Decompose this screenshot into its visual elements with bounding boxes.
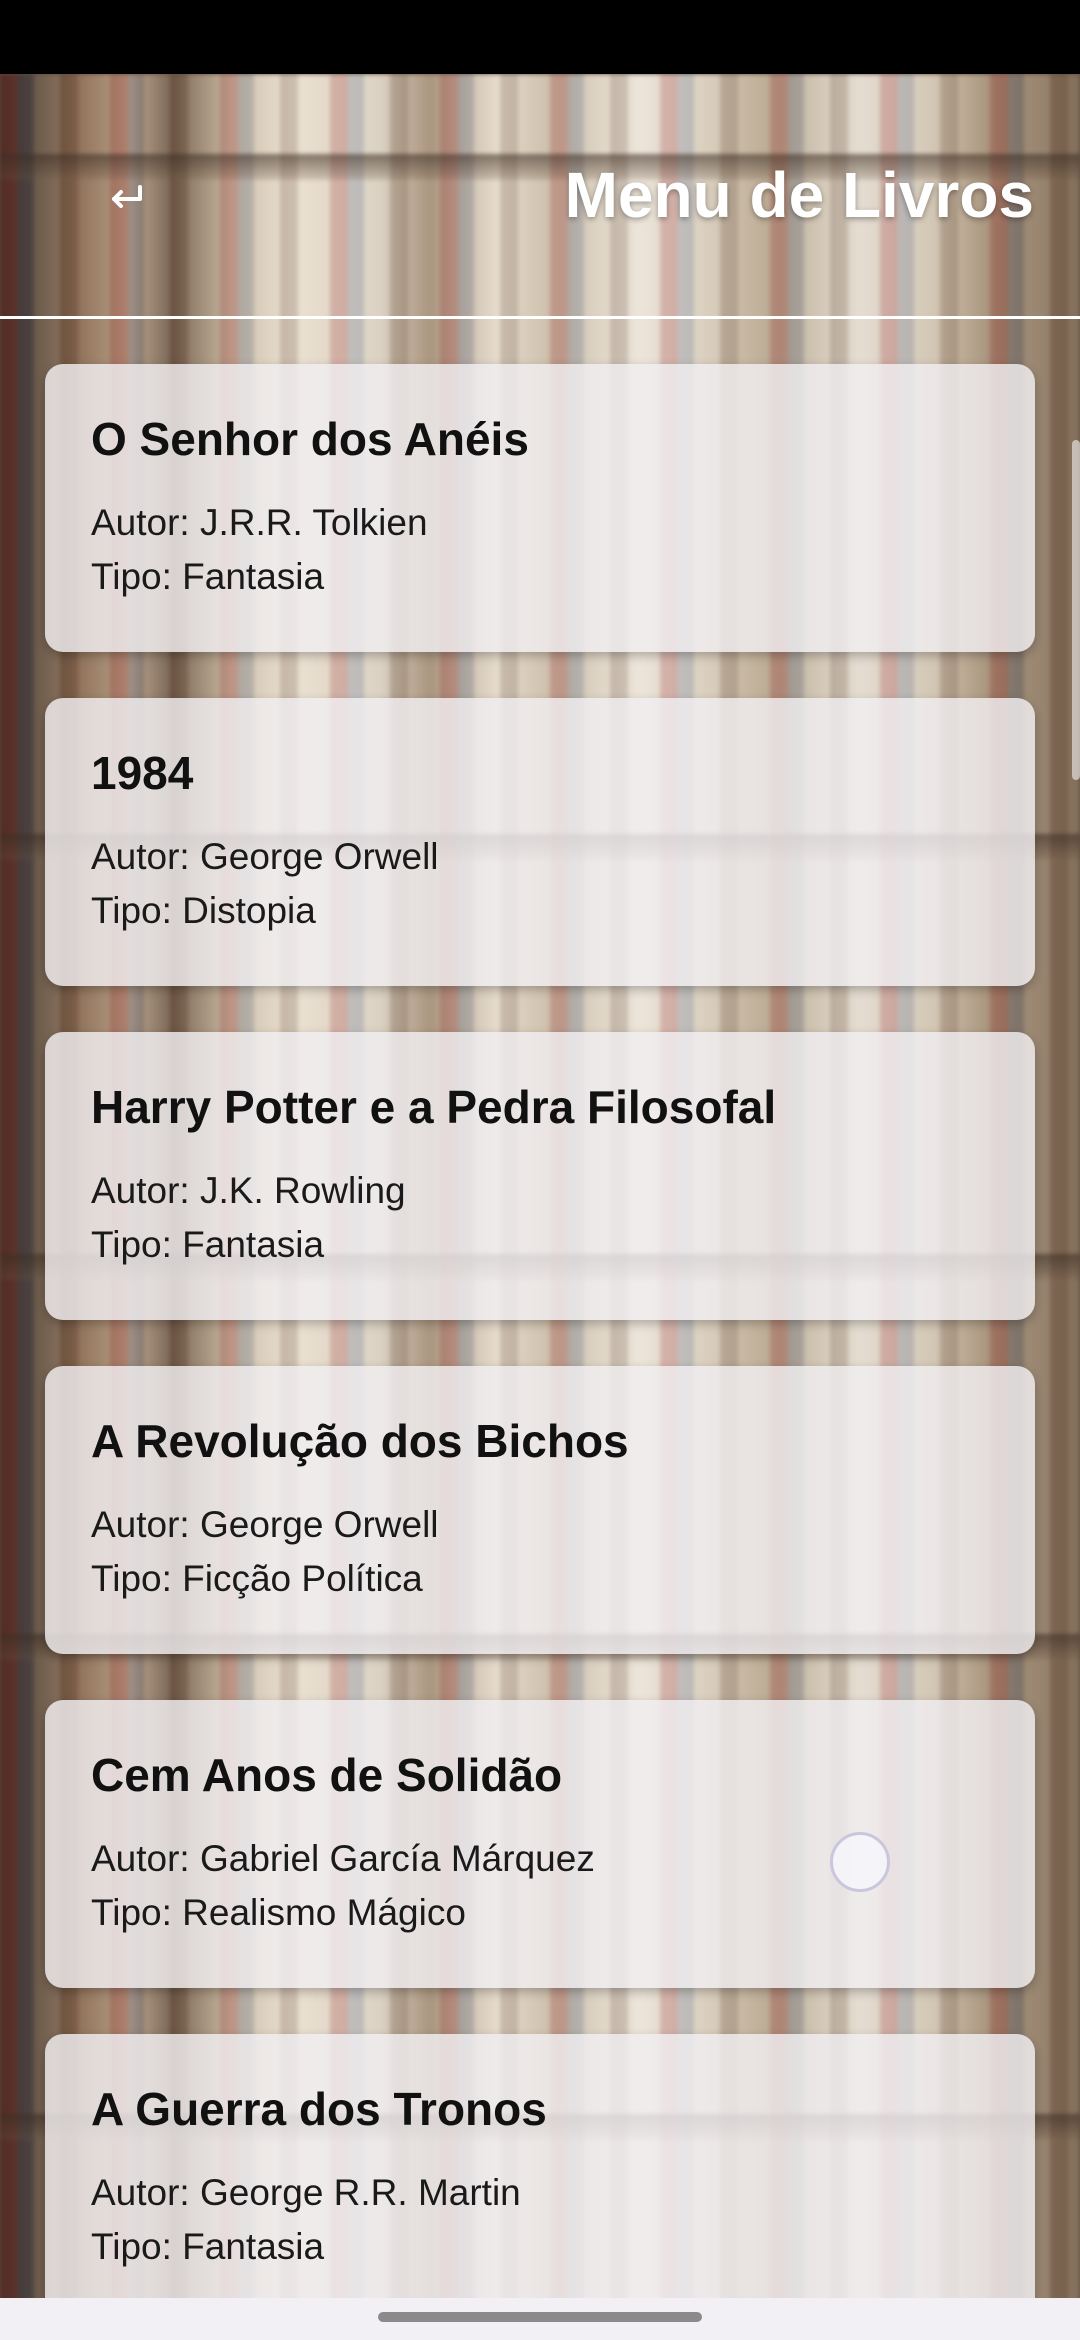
book-card[interactable]: A Revolução dos Bichos Autor: George Orw… [45,1366,1035,1654]
book-author: Autor: J.R.R. Tolkien [91,502,428,543]
header-divider [0,316,1080,319]
book-type: Tipo: Fantasia [91,556,325,597]
book-title: A Revolução dos Bichos [91,1415,629,1467]
book-author: Autor: George Orwell [91,836,439,877]
book-card[interactable]: Cem Anos de Solidão Autor: Gabriel Garcí… [45,1700,1035,1988]
book-author: Autor: George Orwell [91,1504,439,1545]
status-bar [0,0,1080,74]
book-type: Tipo: Distopia [91,890,316,931]
book-author: Autor: Gabriel García Márquez [91,1838,595,1879]
book-author: Autor: George R.R. Martin [91,2172,521,2213]
book-type: Tipo: Realismo Mágico [91,1892,466,1933]
back-button[interactable] [96,168,156,228]
book-title: Harry Potter e a Pedra Filosofal [91,1081,777,1133]
book-card[interactable]: 1984 Autor: George Orwell Tipo: Distopia [45,698,1035,986]
screen: Menu de Livros O Senhor dos Anéis Autor:… [0,0,1080,2340]
book-title: O Senhor dos Anéis [91,413,529,465]
book-card[interactable]: Harry Potter e a Pedra Filosofal Autor: … [45,1032,1035,1320]
book-card[interactable]: O Senhor dos Anéis Autor: J.R.R. Tolkien… [45,364,1035,652]
home-handle[interactable] [378,2312,702,2322]
book-type: Tipo: Fantasia [91,2226,325,2267]
page-title: Menu de Livros [564,159,1034,231]
book-card[interactable]: A Guerra dos Tronos Autor: George R.R. M… [45,2034,1035,2322]
book-type: Tipo: Ficção Política [91,1558,423,1599]
touch-indicator [830,1832,890,1892]
book-title: A Guerra dos Tronos [91,2083,547,2135]
app-bar: Menu de Livros [0,74,1080,318]
book-title: Cem Anos de Solidão [91,1749,563,1801]
book-type: Tipo: Fantasia [91,1224,325,1265]
scrollbar[interactable] [1072,440,1080,780]
navigation-bar [0,2298,1080,2340]
book-author: Autor: J.K. Rowling [91,1170,406,1211]
book-title: 1984 [91,747,194,799]
back-arrow-icon [112,185,142,208]
